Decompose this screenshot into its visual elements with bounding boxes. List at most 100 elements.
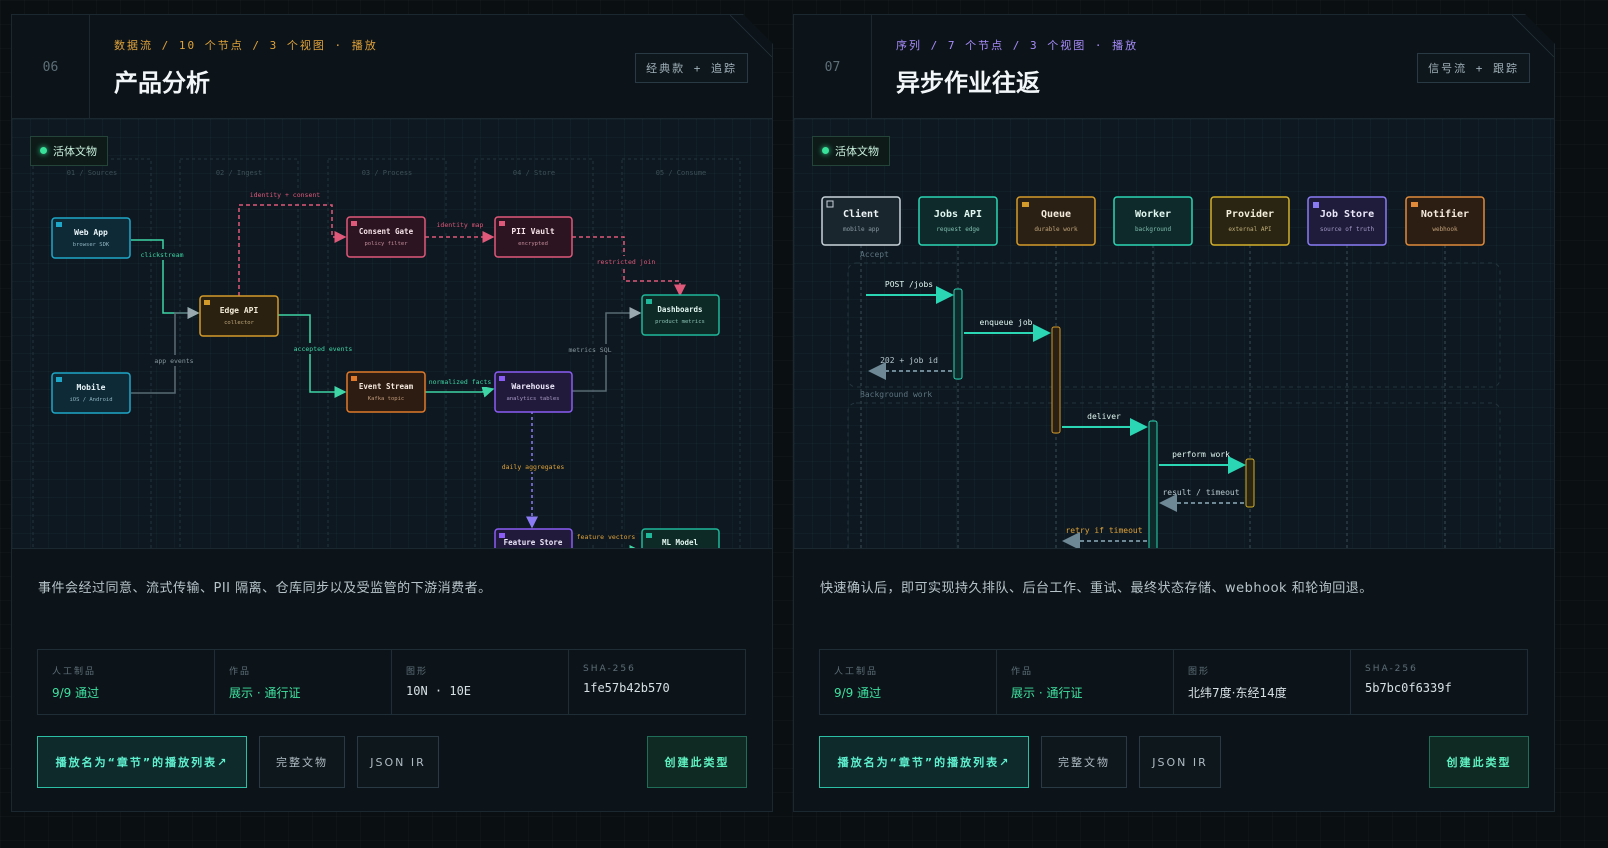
card-header: 07 序列 / 7 个节点 / 3 个视图 · 播放 异步作业往返 信号流 + … [794,15,1554,119]
node-consent-gate[interactable]: Consent Gate policy filter [347,217,425,257]
card-number: 06 [12,15,90,119]
stat-artifacts: 人工制品 9/9 通过 [38,650,215,714]
diagram-preview[interactable]: 01 / Sources 02 / Ingest 03 / Process 04… [12,119,772,549]
json-ir-button[interactable]: JSON IR [1139,736,1221,788]
stat-sha: SHA-256 1fe57b42b570 [569,650,745,714]
svg-text:Kafka topic: Kafka topic [368,396,404,402]
svg-text:Dashboards: Dashboards [657,305,702,314]
activation-worker [1149,421,1157,549]
edge-label: daily aggregates [502,463,565,471]
svg-text:Notifier: Notifier [1421,208,1469,220]
card-title: 异步作业往返 [896,69,1040,97]
node-edge-api[interactable]: Edge API collector [200,296,278,336]
stat-value: 5b7bc0f6339f [1365,681,1452,695]
stat-label: SHA-256 [583,664,636,674]
stat-label: 人工制品 [52,667,97,677]
svg-text:product metrics: product metrics [655,319,705,325]
card-description: 事件会经过同意、流式传输、PII 隔离、仓库同步以及受监管的下游消费者。 [38,581,492,596]
stat-label: 人工制品 [834,667,879,677]
node-warehouse[interactable]: Warehouse analytics tables [495,372,572,412]
create-type-button[interactable]: 创建此类型 [1429,736,1529,788]
node-web-app[interactable]: Web App browser SDK [52,218,130,258]
msg-label: 202 + job id [880,356,938,365]
full-artifact-button[interactable]: 完整文物 [259,736,345,788]
play-playlist-button[interactable]: 播放名为“章节”的播放列表↗ [37,736,247,788]
card-description: 快速确认后，即可实现持久排队、后台工作、重试、最终状态存储、webhook 和轮… [820,581,1373,596]
stat-label: 图形 [1188,667,1211,677]
stat-works: 作品 展示 · 通行证 [215,650,392,714]
stat-label: 图形 [406,667,429,677]
style-tag-button[interactable]: 信号流 + 跟踪 [1417,53,1530,83]
svg-text:Edge API: Edge API [220,306,259,315]
svg-text:Job Store: Job Store [1320,209,1374,220]
svg-text:Client: Client [843,208,879,220]
lane-label: 03 / Process [362,169,413,177]
svg-text:Worker: Worker [1135,209,1171,220]
activation-provider [1246,459,1254,507]
actor-jobs-api[interactable]: Jobs API request edge [919,197,997,245]
actor-worker[interactable]: Worker background [1114,197,1192,245]
edge-label: restricted join [597,258,656,266]
sequence-diagram: Accept Background work Client mobile app… [794,119,1554,549]
activation-jobs-api [954,289,962,379]
node-ml-model[interactable]: ML Model [642,529,719,549]
live-artifact-badge: 活体文物 [30,136,108,166]
play-playlist-button[interactable]: 播放名为“章节”的播放列表↗ [819,736,1029,788]
stats-row: 人工制品 9/9 通过 作品 展示 · 通行证 图形 北纬7度·东经14度 SH… [819,649,1528,715]
json-ir-button[interactable]: JSON IR [357,736,439,788]
svg-text:collector: collector [224,320,254,326]
stat-graph: 图形 北纬7度·东经14度 [1174,650,1351,714]
svg-text:policy filter: policy filter [364,241,408,247]
edge-label: metrics SQL [568,346,611,354]
svg-text:Warehouse: Warehouse [511,382,555,391]
svg-text:Event Stream: Event Stream [359,382,414,391]
node-dashboards[interactable]: Dashboards product metrics [642,295,719,335]
card-meta: 序列 / 7 个节点 / 3 个视图 · 播放 [896,39,1139,52]
msg-label: enqueue job [980,318,1033,327]
stat-value: 展示 · 通行证 [1011,686,1083,700]
stat-value: 9/9 通过 [52,686,100,700]
lane-label: 01 / Sources [67,169,118,177]
svg-text:request edge: request edge [936,226,980,233]
msg-label: retry if timeout [1065,526,1142,535]
svg-text:PII Vault: PII Vault [511,227,555,236]
live-artifact-badge: 活体文物 [812,136,890,166]
node-pii-vault[interactable]: PII Vault encrypted [495,217,572,257]
diagram-preview[interactable]: Accept Background work Client mobile app… [794,119,1554,549]
lane-label: 02 / Ingest [216,169,262,177]
svg-text:analytics tables: analytics tables [507,396,560,402]
node-mobile[interactable]: Mobile iOS / Android [52,373,130,413]
group-label: Accept [860,250,889,259]
actor-notifier[interactable]: Notifier webhook [1406,197,1484,245]
card-header: 06 数据流 / 10 个节点 / 3 个视图 · 播放 产品分析 经典款 + … [12,15,772,119]
node-feature-store[interactable]: Feature Store [495,529,572,549]
edge-label: accepted events [294,345,353,353]
dataflow-diagram: 01 / Sources 02 / Ingest 03 / Process 04… [12,119,772,549]
actor-client[interactable]: Client mobile app [822,197,900,245]
svg-text:webhook: webhook [1432,226,1458,233]
edge-label: app events [154,357,193,365]
stat-value: 北纬7度·东经14度 [1188,686,1287,700]
edge-label: feature vectors [577,533,636,541]
full-artifact-button[interactable]: 完整文物 [1041,736,1127,788]
msg-label: deliver [1087,412,1121,421]
actor-provider[interactable]: Provider external API [1211,197,1289,245]
style-tag-button[interactable]: 经典款 + 追踪 [635,53,748,83]
svg-text:durable work: durable work [1034,226,1078,233]
stat-sha: SHA-256 5b7bc0f6339f [1351,650,1527,714]
edge-normalized-facts [425,389,493,392]
create-type-button[interactable]: 创建此类型 [647,736,747,788]
live-dot-icon [822,147,829,154]
actor-queue[interactable]: Queue durable work [1017,197,1095,245]
node-event-stream[interactable]: Event Stream Kafka topic [347,372,425,412]
edge-app-events [131,313,198,393]
svg-text:mobile app: mobile app [843,226,880,233]
edge-label: clickstream [140,251,183,259]
artifact-card-07: 07 序列 / 7 个节点 / 3 个视图 · 播放 异步作业往返 信号流 + … [793,14,1555,812]
stat-value: 9/9 通过 [834,686,882,700]
stats-row: 人工制品 9/9 通过 作品 展示 · 通行证 图形 10N · 10E SHA… [37,649,746,715]
stat-value: 1fe57b42b570 [583,681,670,695]
group-background-work [848,403,1500,549]
live-dot-icon [40,147,47,154]
actor-job-store[interactable]: Job Store source of truth [1308,197,1386,245]
